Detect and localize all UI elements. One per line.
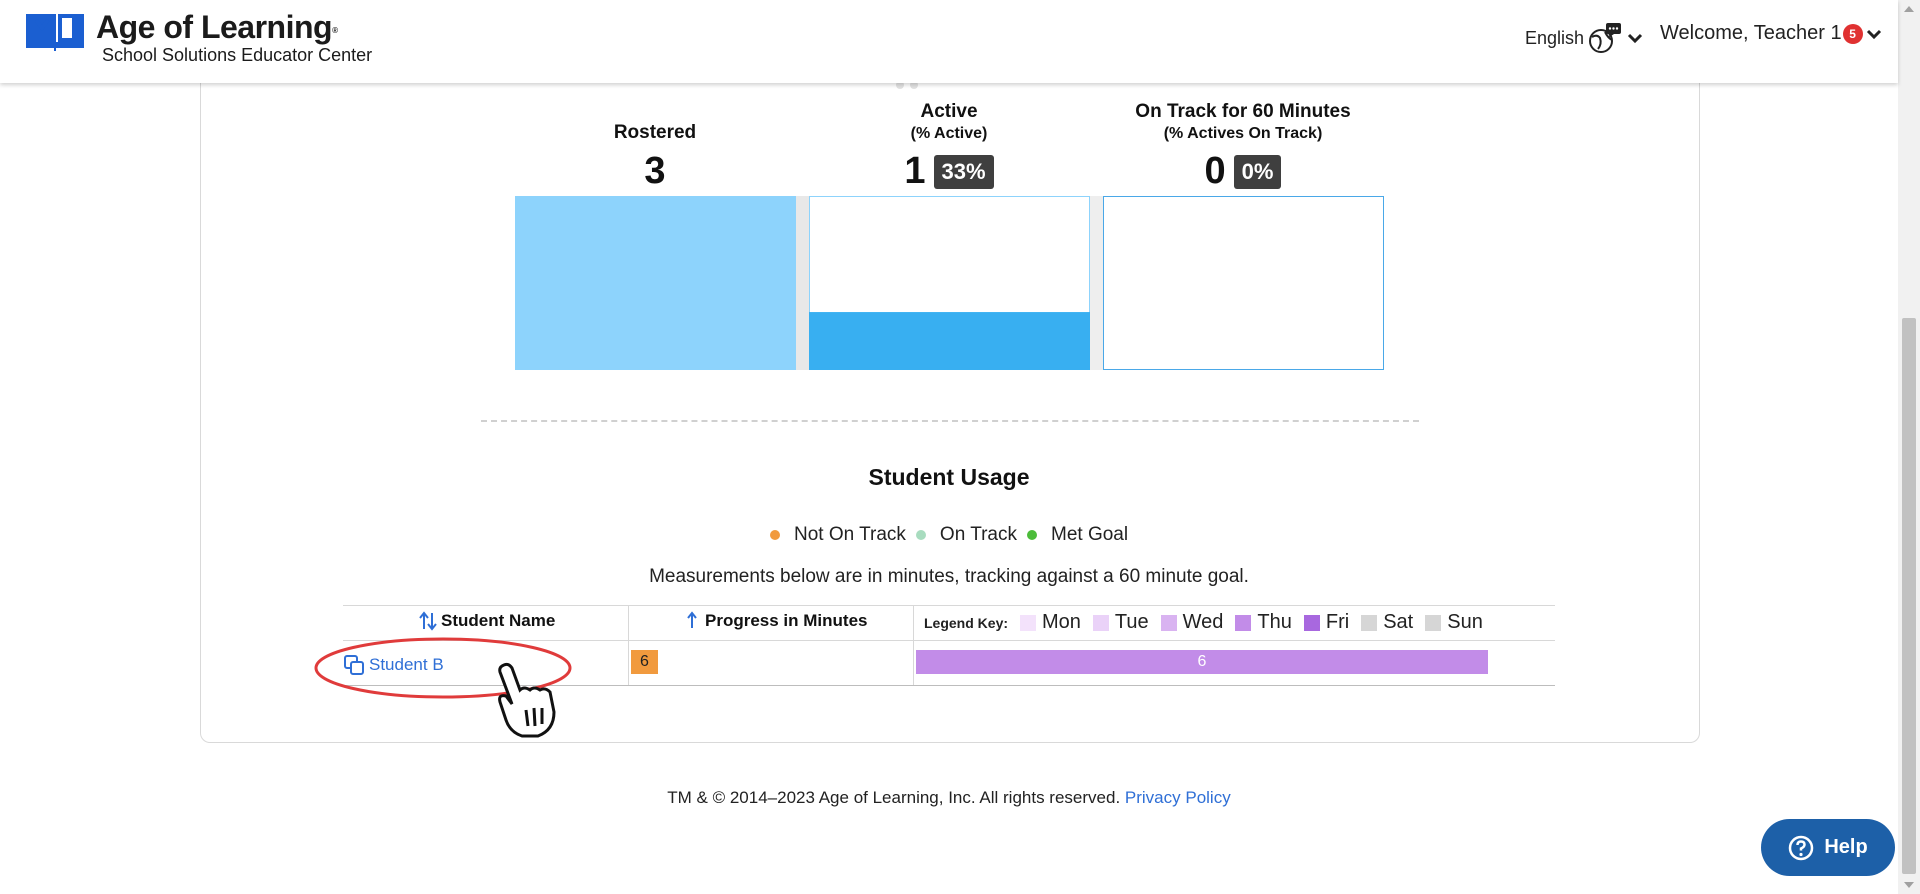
legend-key-label: Legend Key: <box>924 614 1009 631</box>
status-legend: Not On Track On Track Met Goal <box>766 524 1128 546</box>
globe-chat-icon <box>1589 23 1622 53</box>
language-selector[interactable]: English <box>1525 22 1644 54</box>
help-label: Help <box>1824 836 1868 858</box>
mon-swatch <box>1020 614 1037 631</box>
wed-label: Wed <box>1182 611 1224 633</box>
sun-label: Sun <box>1447 611 1483 633</box>
legend-not-on-track: Not On Track <box>794 524 906 545</box>
student-name-header[interactable]: Student Name <box>419 611 555 631</box>
section-divider <box>481 420 1419 422</box>
copyright-text: TM & © 2014–2023 Age of Learning, Inc. A… <box>667 788 1121 807</box>
fri-label: Fri <box>1325 611 1350 633</box>
fri-swatch <box>1303 614 1320 631</box>
thu-label: Thu <box>1257 611 1292 633</box>
scroll-down-arrow-icon[interactable] <box>1904 882 1914 888</box>
progress-header[interactable]: Progress in Minutes <box>683 611 867 631</box>
page-footer: TM & © 2014–2023 Age of Learning, Inc. A… <box>0 788 1898 808</box>
scroll-up-arrow-icon[interactable] <box>1904 6 1914 12</box>
privacy-policy-link[interactable]: Privacy Policy <box>1125 788 1231 807</box>
on-track-bar-outline <box>1103 196 1384 370</box>
measurement-note: Measurements below are in minutes, track… <box>649 566 1249 587</box>
on-track-dot <box>915 530 926 540</box>
rostered-bar <box>515 196 796 370</box>
tue-swatch <box>1092 614 1109 631</box>
scroll-thumb[interactable] <box>1902 318 1916 874</box>
brand-subtitle: School Solutions Educator Center <box>102 45 373 65</box>
active-bar-fill <box>809 312 1090 370</box>
student-usage-title: Student Usage <box>868 464 1030 490</box>
notification-badge: 5 <box>1842 23 1863 44</box>
chevron-down-icon <box>1627 33 1643 44</box>
wed-swatch <box>1160 614 1177 631</box>
sort-both-icon <box>419 611 437 631</box>
mon-label: Mon <box>1042 611 1081 633</box>
legend-met-goal: Met Goal <box>1051 524 1129 545</box>
brand-name: Age of Learning® <box>96 9 338 45</box>
sun-swatch <box>1425 614 1442 631</box>
welcome-label: Welcome, Teacher 1 <box>1660 22 1842 44</box>
top-header: Age of Learning® School Solutions Educat… <box>0 0 1898 83</box>
book-logo-icon <box>26 14 84 51</box>
thu-swatch <box>1235 614 1252 631</box>
day-legend-key: Legend Key: Mon Tue Wed Thu Fri Sat Sun <box>924 611 1483 634</box>
sat-swatch <box>1361 614 1378 631</box>
help-button[interactable]: Help <box>1761 819 1895 876</box>
thursday-usage-bar: 6 <box>916 650 1488 674</box>
met-goal-dot <box>1027 530 1037 540</box>
not-on-track-dot <box>770 530 780 540</box>
chevron-down-icon <box>1866 29 1881 39</box>
question-circle-icon <box>1789 835 1814 860</box>
connector-shade-2 <box>1090 196 1103 370</box>
pointer-hand-icon <box>498 662 556 738</box>
sat-label: Sat <box>1383 611 1414 633</box>
progress-minutes-badge: 6 <box>631 650 658 674</box>
connector-shade-1 <box>796 196 809 370</box>
page-scrollbar[interactable] <box>1898 0 1920 894</box>
funnel-chart <box>515 196 1384 370</box>
user-menu[interactable]: Welcome, Teacher 1 5 <box>1660 22 1883 45</box>
legend-on-track: On Track <box>939 524 1017 545</box>
brand-logo[interactable]: Age of Learning® School Solutions Educat… <box>24 10 372 65</box>
sort-up-icon <box>687 611 697 628</box>
tue-label: Tue <box>1114 611 1149 633</box>
language-label: English <box>1525 27 1585 48</box>
